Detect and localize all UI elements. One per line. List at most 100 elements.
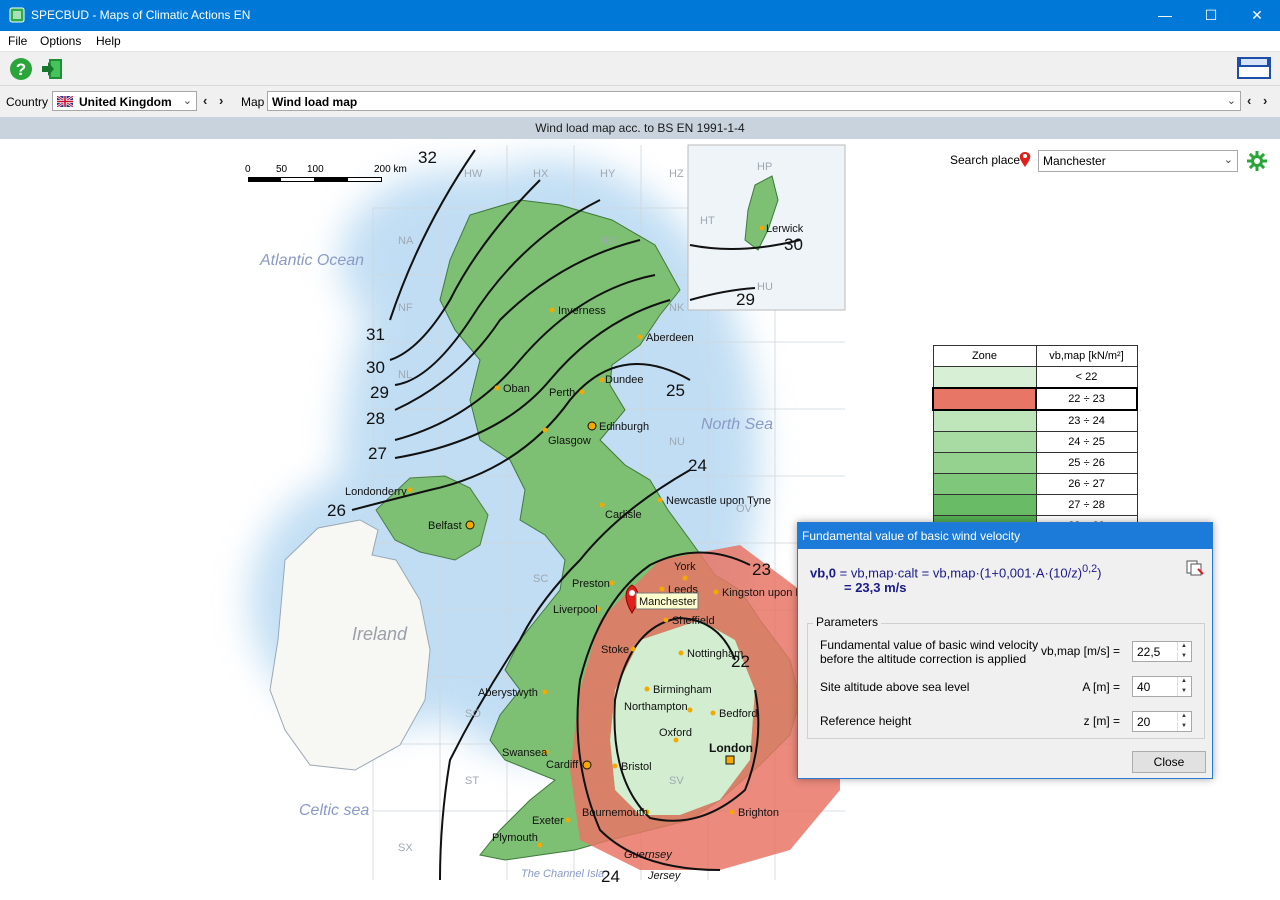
svg-text:?: ? — [16, 60, 26, 79]
help-icon[interactable]: ? — [9, 57, 33, 81]
country-prev-button[interactable]: ‹ — [203, 93, 207, 108]
param-symbol: A [m] = — [1082, 680, 1120, 694]
menu-file[interactable]: File — [8, 34, 27, 48]
svg-text:York: York — [674, 561, 696, 573]
svg-text:Perth: Perth — [549, 387, 575, 399]
country-next-button[interactable]: › — [219, 93, 223, 108]
search-place-select[interactable]: Manchester ⌄ — [1038, 150, 1238, 172]
intersoft-logo-icon — [1237, 57, 1271, 79]
svg-text:London: London — [709, 741, 753, 755]
grid-code: HT — [700, 215, 715, 227]
svg-text:50: 50 — [276, 164, 288, 175]
svg-text:Exeter: Exeter — [532, 815, 564, 827]
close-window-button[interactable]: ✕ — [1234, 0, 1280, 31]
grid-code: ND — [600, 235, 616, 247]
city-birmingham: Birmingham — [644, 684, 712, 696]
grid-code: ST — [465, 775, 479, 787]
svg-text:Lerwick: Lerwick — [766, 223, 804, 235]
vbmap-stepper[interactable]: 22,5 ▲ ▼ — [1132, 641, 1192, 662]
city-aberystwyth: Aberystwyth — [478, 687, 548, 699]
window-title: SPECBUD - Maps of Climatic Actions EN — [31, 8, 251, 22]
map-caption: Wind load map acc. to BS EN 1991-1-4 — [0, 117, 1280, 139]
city-liverpool: Liverpool — [553, 604, 601, 616]
map-prev-button[interactable]: ‹ — [1247, 93, 1251, 108]
svg-text:Glasgow: Glasgow — [548, 435, 591, 447]
dialog-title: Fundamental value of basic wind velocity — [798, 523, 1212, 549]
menu-options[interactable]: Options — [40, 34, 81, 48]
isoline-label: 26 — [327, 501, 346, 520]
toolbar: ? — [0, 52, 1280, 86]
grid-code: SV — [669, 775, 684, 787]
city-northampton: Northampton — [624, 701, 693, 713]
legend-row: 25 ÷ 26 — [932, 452, 1138, 474]
spin-down-icon[interactable]: ▼ — [1177, 687, 1190, 696]
svg-text:Aberdeen: Aberdeen — [646, 332, 694, 344]
scale-bar: 0 50 100 200 km — [245, 164, 407, 182]
marker-label: Manchester — [639, 596, 697, 608]
svg-text:Newcastle upon Tyne: Newcastle upon Tyne — [666, 495, 771, 507]
menu-help[interactable]: Help — [96, 34, 121, 48]
minimize-button[interactable]: — — [1142, 0, 1188, 31]
formula-result: = 23,3 m/s — [844, 580, 907, 596]
grid-code: NK — [669, 302, 685, 314]
exit-icon[interactable] — [40, 57, 64, 81]
grid-code: NF — [398, 302, 413, 314]
close-button[interactable]: Close — [1132, 751, 1206, 773]
maximize-button[interactable]: ☐ — [1188, 0, 1234, 31]
grid-code: HW — [464, 168, 483, 180]
city-dundee: Dundee — [599, 374, 644, 386]
map-next-button[interactable]: › — [1263, 93, 1267, 108]
chevron-down-icon: ⌄ — [1223, 154, 1233, 166]
spin-up-icon[interactable]: ▲ — [1177, 642, 1190, 651]
spin-down-icon[interactable]: ▼ — [1177, 722, 1190, 731]
isoline-label: 32 — [418, 148, 437, 167]
copy-icon[interactable] — [1186, 560, 1204, 576]
legend-row: 22 ÷ 23 — [932, 387, 1138, 411]
search-place-label: Search place — [950, 153, 1021, 167]
isoline-label: 24 — [688, 456, 707, 475]
legend-row: 27 ÷ 28 — [932, 494, 1138, 516]
city-nottingham: Nottingham — [678, 648, 743, 660]
isoline-label: 29 — [370, 383, 389, 402]
svg-text:Northampton: Northampton — [624, 701, 688, 713]
svg-text:Kingston upon H: Kingston upon H — [722, 587, 803, 599]
param-label: Fundamental value of basic wind velocity… — [820, 638, 1039, 666]
grid-code: NL — [398, 369, 412, 381]
city-swansea: Swansea — [502, 747, 549, 759]
svg-text:Swansea: Swansea — [502, 747, 548, 759]
grid-code: HP — [757, 161, 772, 173]
svg-text:Oxford: Oxford — [659, 727, 692, 739]
formula-mid: = vb,map·calt = vb,map·(1+0,001·A·(10/z) — [839, 565, 1083, 581]
svg-text:Birmingham: Birmingham — [653, 684, 712, 696]
city-preston: Preston — [572, 578, 615, 590]
chevron-down-icon: ⌄ — [182, 95, 192, 107]
svg-text:100: 100 — [307, 164, 324, 175]
altitude-stepper[interactable]: 40 ▲ ▼ — [1132, 676, 1192, 697]
param-label: Reference height — [820, 714, 912, 728]
app-icon — [9, 7, 25, 23]
map-area[interactable]: 32 31 30 29 28 27 26 25 24 23 22 30 29 2… — [0, 139, 1280, 900]
country-label: Country — [6, 95, 49, 109]
menu-bar: File Options Help — [0, 31, 1280, 52]
gear-icon[interactable] — [1247, 151, 1267, 171]
svg-text:Londonderry: Londonderry — [345, 486, 407, 498]
legend-head-value: vb,map [kN/m²] — [1035, 345, 1138, 367]
map-select[interactable]: Wind load map ⌄ — [267, 91, 1241, 111]
city-lerwick: Lerwick — [759, 223, 804, 235]
svg-text:0: 0 — [245, 164, 251, 175]
spin-up-icon[interactable]: ▲ — [1177, 712, 1190, 721]
spin-up-icon[interactable]: ▲ — [1177, 677, 1190, 686]
svg-text:Bedford: Bedford — [719, 708, 758, 720]
svg-text:Belfast: Belfast — [428, 520, 462, 532]
formula-end: ) — [1097, 565, 1102, 581]
svg-text:Inverness: Inverness — [558, 305, 606, 317]
spin-down-icon[interactable]: ▼ — [1177, 652, 1190, 661]
city-jersey: Jersey — [647, 870, 682, 882]
svg-text:Bournemouth: Bournemouth — [582, 807, 648, 819]
reference-height-stepper[interactable]: 20 ▲ ▼ — [1132, 711, 1192, 732]
svg-text:Cardiff: Cardiff — [546, 759, 579, 771]
legend-row: 26 ÷ 27 — [932, 473, 1138, 495]
grid-code: SC — [533, 573, 548, 585]
sea-label: Celtic sea — [299, 802, 369, 819]
country-select[interactable]: United Kingdom ⌄ — [52, 91, 197, 111]
